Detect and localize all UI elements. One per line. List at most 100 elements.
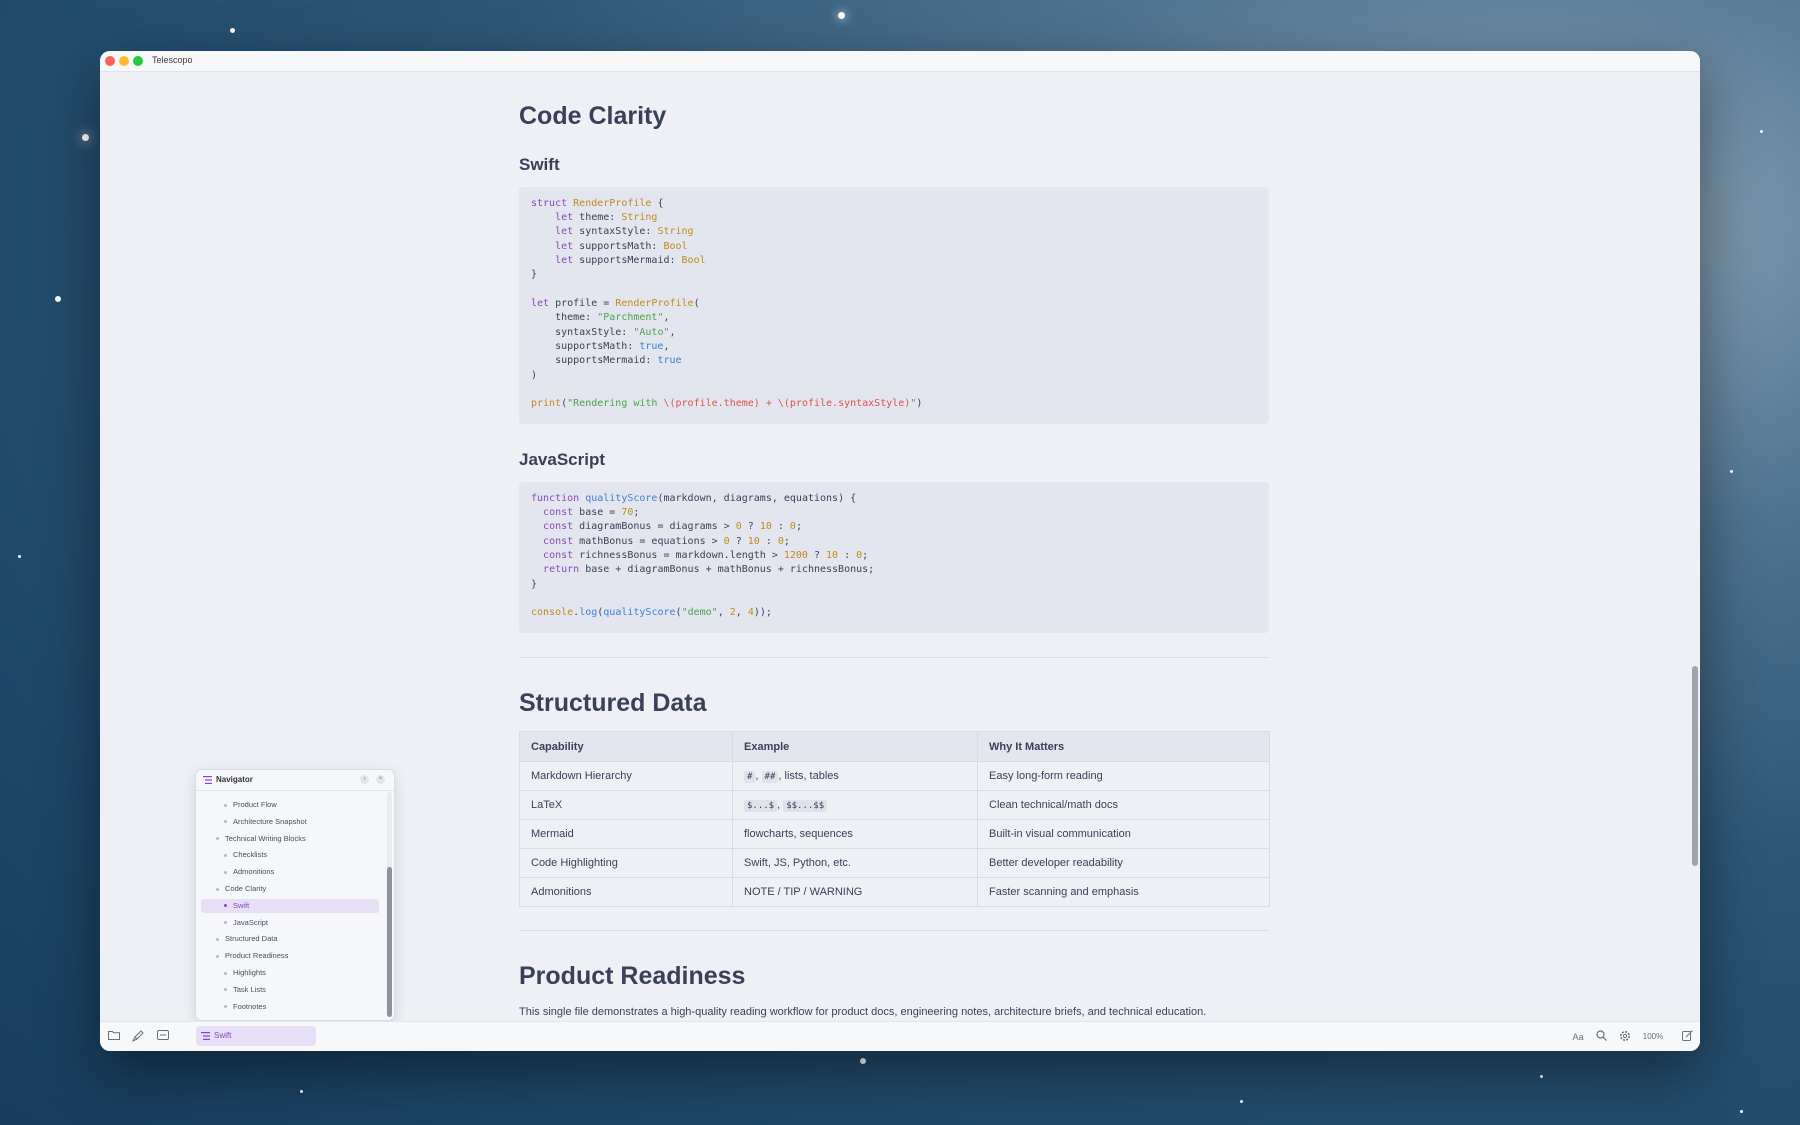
star — [1740, 1110, 1743, 1113]
heading-structured-data: Structured Data — [519, 689, 707, 717]
navigator-item[interactable]: Admonitions — [224, 865, 274, 879]
bullet-icon — [216, 937, 219, 941]
star — [18, 555, 21, 558]
table-cell: Markdown Hierarchy — [519, 761, 733, 791]
heading-product-readiness: Product Readiness — [519, 962, 746, 990]
navigator-panel: Navigator ‹ × Product Flow Architecture S… — [195, 769, 395, 1021]
list-icon — [203, 776, 212, 784]
navigator-item[interactable]: Code Clarity — [216, 882, 266, 896]
collapse-icon[interactable]: ‹ — [360, 775, 369, 784]
navigator-item-label: Product Readiness — [225, 951, 289, 961]
code-line: let profile = RenderProfile( — [531, 298, 700, 309]
divider — [519, 657, 1269, 658]
navigator-item-label: Structured Data — [225, 934, 278, 944]
bullet-icon — [224, 820, 227, 824]
navigator-item-label: Swift — [233, 900, 250, 910]
close-icon[interactable]: × — [376, 775, 385, 784]
navigator-item-label: Checklists — [233, 850, 268, 860]
code-line: function qualityScore(markdown, diagrams… — [531, 493, 857, 504]
table-cell: Faster scanning and emphasis — [977, 877, 1270, 907]
navigator-title: Navigator — [216, 775, 253, 784]
inline-code: $$...$$ — [783, 800, 828, 812]
navigator-item[interactable]: Checklists — [224, 848, 267, 862]
navigator-item[interactable]: Structured Data — [216, 932, 278, 946]
swift-code-block: struct RenderProfile { let theme: String… — [519, 187, 1269, 424]
javascript-code-block: function qualityScore(markdown, diagrams… — [519, 482, 1269, 633]
font-settings-button[interactable]: Aa — [1571, 1030, 1585, 1044]
table-cell: Easy long-form reading — [977, 761, 1270, 791]
table-row: Code Highlighting Swift, JS, Python, etc… — [519, 848, 1270, 878]
navigator-item[interactable]: Product Readiness — [216, 949, 288, 963]
inline-code: # — [744, 771, 756, 783]
layout-icon[interactable] — [156, 1030, 170, 1044]
star — [82, 134, 89, 141]
folder-icon[interactable] — [107, 1030, 121, 1044]
document-scrollbar[interactable] — [1692, 71, 1698, 1021]
inline-code: $...$ — [744, 800, 778, 812]
navigator-item[interactable]: JavaScript — [224, 916, 268, 930]
table-cell: Mermaid — [519, 819, 733, 849]
column-header: Example — [732, 731, 978, 762]
table-row: Mermaid flowcharts, sequences Built-in v… — [519, 819, 1270, 849]
table-cell: Admonitions — [519, 877, 733, 907]
code-line: } — [531, 269, 538, 280]
star — [838, 12, 845, 19]
star — [1540, 1075, 1543, 1078]
gear-icon[interactable] — [1618, 1030, 1632, 1044]
breadcrumb[interactable]: Swift — [196, 1026, 316, 1046]
app-window: Telescopo Code Clarity Swift struct Rend… — [100, 51, 1700, 1051]
star — [55, 296, 61, 302]
scrollbar-thumb[interactable] — [1692, 666, 1698, 866]
navigator-item[interactable]: Footnotes — [224, 1000, 266, 1014]
navigator-item[interactable]: Architecture Snapshot — [224, 815, 307, 829]
scrollbar-thumb[interactable] — [387, 867, 392, 1017]
list-icon — [201, 1032, 210, 1040]
table-header-row: Capability Example Why It Matters — [519, 731, 1270, 762]
minimize-window-button[interactable] — [119, 56, 129, 66]
bullet-icon — [216, 837, 219, 841]
bullet-icon — [224, 803, 227, 807]
navigator-item-label: JavaScript — [233, 917, 269, 927]
table-cell: Better developer readability — [977, 848, 1270, 878]
star — [1760, 130, 1763, 133]
close-window-button[interactable] — [105, 56, 115, 66]
bullet-icon — [216, 954, 219, 958]
code-line: let theme: String — [555, 212, 658, 223]
navigator-item[interactable]: Task Lists — [224, 983, 266, 997]
code-line: let supportsMermaid: Bool — [555, 255, 706, 266]
bullet-icon — [224, 904, 227, 908]
star — [1730, 470, 1733, 473]
capability-table: Capability Example Why It Matters Markdo… — [519, 731, 1270, 907]
table-cell: #, ##, lists, tables — [732, 761, 978, 791]
navigator-item-label: Architecture Snapshot — [233, 816, 307, 826]
star — [860, 1058, 866, 1064]
navigator-scrollbar[interactable] — [387, 792, 392, 1017]
zoom-level[interactable]: 100% — [1636, 1030, 1670, 1044]
edit-icon[interactable] — [1680, 1030, 1694, 1044]
table-cell: flowcharts, sequences — [732, 819, 978, 849]
code-line: const mathBonus = equations > 0 ? 10 : 0… — [543, 536, 790, 547]
paragraph: This single file demonstrates a high-qua… — [519, 1006, 1207, 1018]
navigator-item-label: Task Lists — [233, 984, 266, 994]
code-line: theme: "Parchment", — [531, 312, 670, 323]
navigator-item-label: Admonitions — [233, 867, 275, 877]
titlebar: Telescopo — [100, 51, 1700, 72]
navigator-item-label: Highlights — [233, 968, 266, 977]
navigator-item-label: Technical Writing Blocks — [225, 833, 306, 843]
star — [230, 28, 235, 33]
bullet-icon — [224, 921, 227, 925]
zoom-window-button[interactable] — [133, 56, 143, 66]
bullet-icon — [224, 853, 227, 857]
status-bar: Swift Aa 100% — [100, 1021, 1700, 1051]
brush-icon[interactable] — [131, 1030, 145, 1044]
navigator-item[interactable]: Product Flow — [224, 798, 277, 812]
bullet-icon — [224, 971, 227, 975]
search-icon[interactable] — [1594, 1030, 1608, 1044]
navigator-item[interactable]: Highlights — [224, 966, 266, 980]
table-cell: Built-in visual communication — [977, 819, 1270, 849]
table-cell: Swift, JS, Python, etc. — [732, 848, 978, 878]
bullet-icon — [224, 1005, 227, 1009]
navigator-item[interactable]: Technical Writing Blocks — [216, 832, 306, 846]
divider — [519, 930, 1269, 931]
navigator-item[interactable]: Swift — [201, 898, 379, 913]
